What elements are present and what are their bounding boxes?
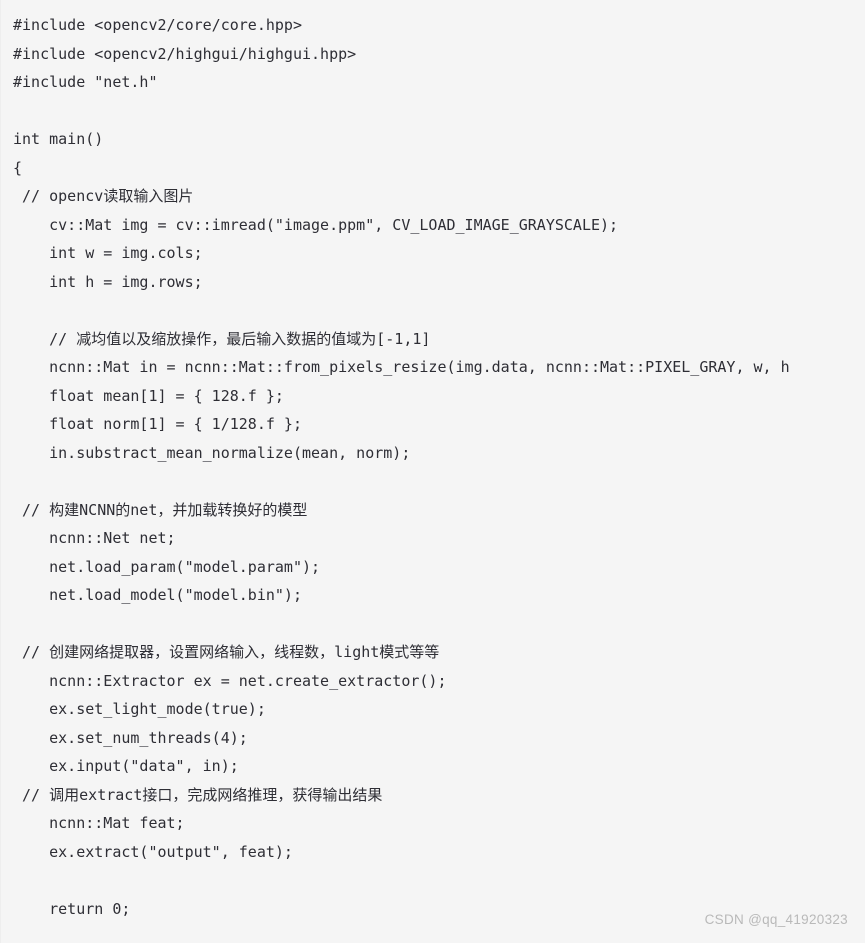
code-text-cjk: 构建 xyxy=(49,500,80,519)
code-line: { xyxy=(13,158,23,177)
code-text-cjk: 模式等等 xyxy=(379,643,440,661)
code-line: ex.extract("output", feat); xyxy=(13,842,293,861)
code-line: // opencv读取输入图片 xyxy=(13,187,194,205)
code-line: int main() xyxy=(13,130,104,148)
code-text-cjk: 调用 xyxy=(49,785,80,804)
code-line: ncnn::Mat feat; xyxy=(13,814,185,832)
code-text-cjk: ，并加载转换好的模型 xyxy=(157,500,308,519)
code-text-cjk: 接口，完成网络推理，获得输出结果 xyxy=(142,785,383,804)
code-line: in.substract_mean_normalize(mean, norm); xyxy=(13,443,411,462)
code-line: // 调用extract接口，完成网络推理，获得输出结果 xyxy=(13,785,383,804)
code-line: float norm[1] = { 1/128.f }; xyxy=(13,415,302,433)
code-line: // 构建NCNN的net，并加载转换好的模型 xyxy=(13,500,308,519)
code-line: ex.input("data", in); xyxy=(13,757,239,775)
code-snippet-screenshot: #include <opencv2/core/core.hpp> #include… xyxy=(0,0,865,943)
code-line: ncnn::Extractor ex = net.create_extracto… xyxy=(13,671,447,690)
code-block[interactable]: #include <opencv2/core/core.hpp> #include… xyxy=(1,11,865,943)
code-line: ncnn::Mat in = ncnn::Mat::from_pixels_re… xyxy=(13,358,790,376)
code-line: ex.set_num_threads(4); xyxy=(13,728,248,747)
code-text-cjk: 创建网络提取器，设置网络输入，线程数， xyxy=(49,643,335,661)
code-line: // 减均值以及缩放操作，最后输入数据的值域为[-1,1] xyxy=(13,329,431,348)
code-text-cjk: 减均值以及缩放操作，最后输入数据的值域为 xyxy=(76,329,377,348)
code-line: int w = img.cols; xyxy=(13,244,203,262)
code-line: float mean[1] = { 128.f }; xyxy=(13,386,284,405)
code-text-cjk: 的 xyxy=(115,500,131,519)
code-line: #include <opencv2/highgui/highgui.hpp> xyxy=(13,44,357,63)
csdn-watermark: CSDN @qq_41920323 xyxy=(704,912,848,927)
code-line: int h = img.rows; xyxy=(13,272,203,291)
code-line: ex.set_light_mode(true); xyxy=(13,700,266,718)
code-line: #include "net.h" xyxy=(13,73,158,91)
code-text-cjk: 读取输入图片 xyxy=(103,187,194,205)
code-line: ncnn::Net net; xyxy=(13,529,176,547)
code-line: cv::Mat img = cv::imread("image.ppm", CV… xyxy=(13,215,619,234)
code-line: #include <opencv2/core/core.hpp> xyxy=(13,16,302,34)
code-line: // 创建网络提取器，设置网络输入，线程数，light模式等等 xyxy=(13,643,440,661)
code-line: net.load_model("model.bin"); xyxy=(13,586,302,604)
code-line: net.load_param("model.param"); xyxy=(13,557,321,576)
